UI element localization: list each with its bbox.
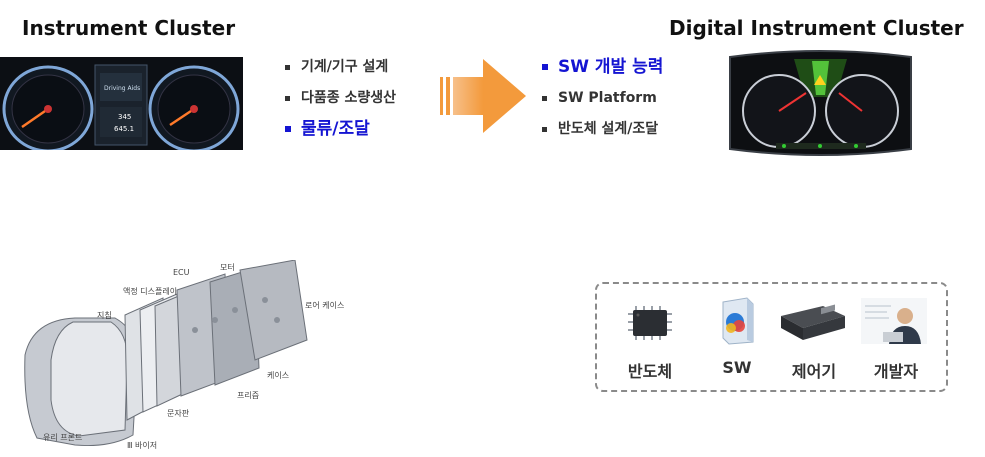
right-title: Digital Instrument Cluster xyxy=(669,16,964,40)
developer-icon xyxy=(861,298,927,344)
transition-arrow xyxy=(440,57,528,135)
component-label-controller: 제어기 xyxy=(791,362,837,381)
part-label-ecu: ECU xyxy=(173,268,190,277)
components-box: 반도체 SW 제어기 개발자 xyxy=(595,282,948,392)
part-label-lower-case: 로어 케이스 xyxy=(305,301,345,310)
part-label-motor: 모터 xyxy=(220,263,235,272)
right-bullet-list: SW 개발 능력 SW Platform 반도체 설계/조달 xyxy=(540,52,663,145)
semiconductor-icon xyxy=(622,302,678,344)
left-bullet-list: 기계/기구 설계 다품종 소량생산 물류/조달 xyxy=(283,52,396,145)
right-bullet-semiconductor: 반도체 설계/조달 xyxy=(540,114,663,145)
cluster-readout-range: 345 xyxy=(118,113,132,121)
part-label-case: 케이스 xyxy=(267,371,290,380)
exploded-view-diagram: ECU 모터 액정 디스플레이 지침 로어 케이스 케이스 프리즘 문자판 유리… xyxy=(15,259,355,450)
part-label-lcd: 액정 디스플레이 xyxy=(123,287,178,296)
software-box-icon xyxy=(715,296,759,346)
part-label-dial: 문자판 xyxy=(167,409,190,418)
digital-cluster-photo xyxy=(724,49,917,160)
component-label-developer: 개발자 xyxy=(873,362,919,381)
controller-icon xyxy=(777,302,849,342)
left-title: Instrument Cluster xyxy=(22,16,236,40)
part-label-visor: Ⅲ 바이저 xyxy=(127,441,158,450)
part-label-pointer: 지침 xyxy=(97,311,112,320)
component-label-sw: SW xyxy=(722,358,752,377)
component-label-semiconductor: 반도체 xyxy=(627,362,673,381)
right-bullet-sw-platform: SW Platform xyxy=(540,83,663,114)
cluster-readout-odo: 645.1 xyxy=(114,125,135,133)
left-bullet-mechanical: 기계/기구 설계 xyxy=(283,52,396,83)
cluster-readout-mode: Driving Aids xyxy=(104,85,141,92)
left-bullet-production: 다품종 소량생산 xyxy=(283,83,396,114)
part-label-prism: 프리즘 xyxy=(237,391,260,400)
right-bullet-sw-capability: SW 개발 능력 xyxy=(540,52,663,83)
part-label-glass-front: 유리 프론트 xyxy=(43,433,83,442)
left-bullet-logistics: 물류/조달 xyxy=(283,114,396,145)
instrument-cluster-photo: Driving Aids 345 645.1 xyxy=(0,57,243,150)
